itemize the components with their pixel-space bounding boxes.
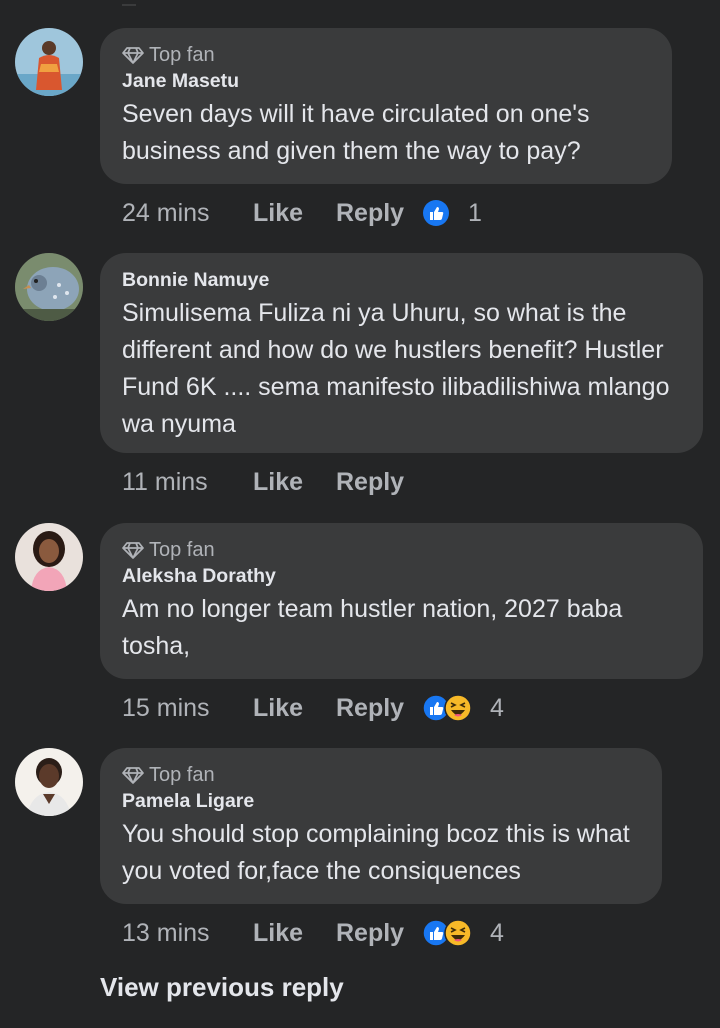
timestamp[interactable]: 24 mins (122, 199, 253, 228)
like-button[interactable]: Like (253, 694, 336, 723)
reply-button[interactable]: Reply (336, 694, 422, 723)
avatar[interactable] (15, 28, 83, 96)
avatar[interactable] (15, 748, 83, 816)
reply-button[interactable]: Reply (336, 468, 422, 497)
comment-bubble: Bonnie Namuye Simulisema Fuliza ni ya Uh… (100, 253, 703, 453)
top-fan-badge: Top fan (122, 537, 681, 563)
reaction-summary[interactable]: 1 (422, 199, 482, 228)
reaction-count: 4 (490, 918, 504, 947)
reply-button[interactable]: Reply (336, 199, 422, 228)
like-button[interactable]: Like (253, 919, 336, 948)
like-button[interactable]: Like (253, 199, 336, 228)
author-name[interactable]: Pamela Ligare (122, 788, 640, 814)
diamond-icon (122, 767, 144, 784)
author-name[interactable]: Aleksha Dorathy (122, 563, 681, 589)
author-name[interactable]: Bonnie Namuye (122, 267, 681, 293)
haha-reaction-icon (444, 919, 472, 947)
diamond-icon (122, 47, 144, 64)
like-button[interactable]: Like (253, 468, 336, 497)
divider (122, 4, 136, 6)
top-fan-badge: Top fan (122, 762, 640, 788)
comment-bubble: Top fan Aleksha Dorathy Am no longer tea… (100, 523, 703, 679)
diamond-icon (122, 542, 144, 559)
like-reaction-icon (422, 199, 450, 227)
badge-label: Top fan (149, 43, 215, 66)
badge-label: Top fan (149, 538, 215, 561)
reaction-count: 4 (490, 693, 504, 722)
top-fan-badge: Top fan (122, 42, 650, 68)
view-previous-reply-link[interactable]: View previous reply (100, 972, 344, 1003)
author-name[interactable]: Jane Masetu (122, 68, 650, 94)
haha-reaction-icon (444, 694, 472, 722)
comment-bubble: Top fan Pamela Ligare You should stop co… (100, 748, 662, 904)
reaction-summary[interactable]: 4 (422, 694, 504, 723)
timestamp[interactable]: 13 mins (122, 919, 253, 948)
avatar[interactable] (15, 253, 83, 321)
comment-text: Simulisema Fuliza ni ya Uhuru, so what i… (122, 299, 670, 438)
avatar-image (15, 523, 83, 591)
comment-actions: 24 mins Like Reply 1 (122, 195, 482, 231)
badge-label: Top fan (149, 763, 215, 786)
comment-actions: 11 mins Like Reply (122, 464, 422, 500)
comment-actions: 15 mins Like Reply 4 (122, 690, 504, 726)
timestamp[interactable]: 11 mins (122, 468, 253, 497)
reaction-summary[interactable]: 4 (422, 919, 504, 948)
comment-actions: 13 mins Like Reply 4 (122, 915, 504, 951)
comment-text: Am no longer team hustler nation, 2027 b… (122, 595, 623, 660)
timestamp[interactable]: 15 mins (122, 694, 253, 723)
avatar-image (15, 253, 83, 321)
avatar[interactable] (15, 523, 83, 591)
comment-text: You should stop complaining bcoz this is… (122, 820, 630, 885)
reaction-count: 1 (468, 198, 482, 227)
avatar-image (15, 28, 83, 96)
reply-button[interactable]: Reply (336, 919, 422, 948)
avatar-image (15, 748, 83, 816)
comment-bubble: Top fan Jane Masetu Seven days will it h… (100, 28, 672, 184)
comment-text: Seven days will it have circulated on on… (122, 100, 590, 165)
